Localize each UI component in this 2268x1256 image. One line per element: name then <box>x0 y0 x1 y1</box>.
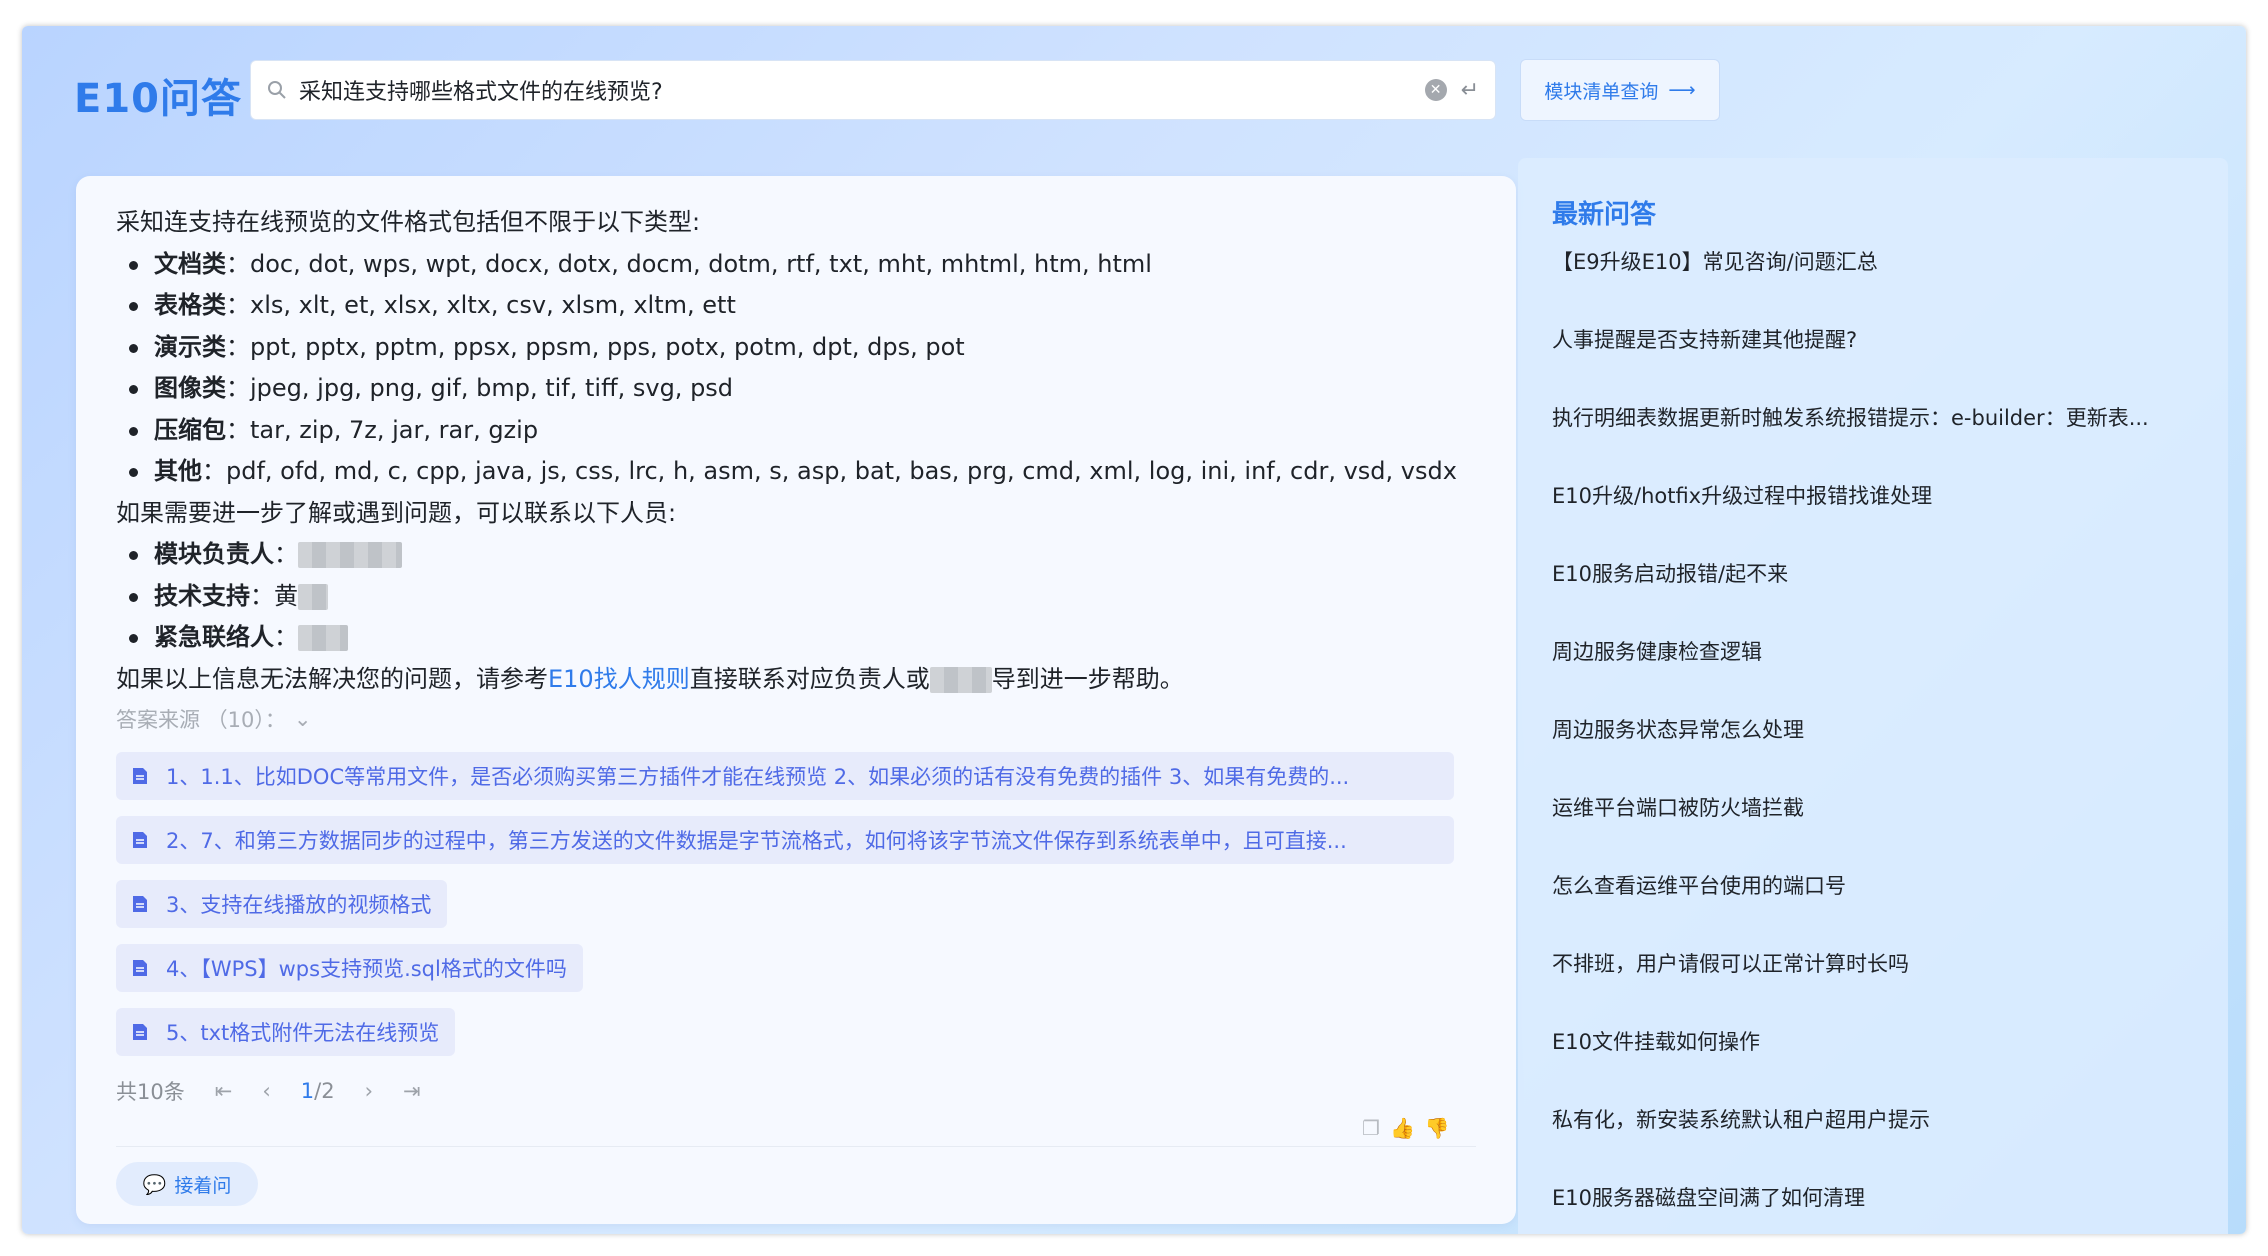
latest-qa-panel: 最新问答 【E9升级E10】常见咨询/问题汇总 人事提醒是否支持新建其他提醒? … <box>1518 158 2228 1234</box>
latest-qa-item[interactable]: E10服务器磁盘空间满了如何清理 <box>1552 1186 2202 1234</box>
copy-icon[interactable]: ❐ <box>1362 1116 1380 1140</box>
last-page-icon[interactable]: ⇥ <box>403 1079 421 1103</box>
redacted-name <box>298 542 402 568</box>
format-item: 表格类：xls, xlt, et, xlsx, xltx, csv, xlsm,… <box>116 285 1476 327</box>
format-item: 其他：pdf, ofd, md, c, cpp, java, js, css, … <box>116 451 1476 493</box>
latest-qa-title: 最新问答 <box>1552 200 1657 230</box>
total-count: 共10条 <box>116 1080 185 1104</box>
e10-rule-link[interactable]: E10找人规则 <box>548 665 690 693</box>
app-window: E10问答 ✕ ↵ 模块清单查询 ⟶ 采知连支持在线预览的文件格式包括但不限于以… <box>22 26 2246 1234</box>
latest-qa-item[interactable]: E10升级/hotfix升级过程中报错找谁处理 <box>1552 484 2202 562</box>
follow-up-label: 接着问 <box>174 1174 232 1197</box>
latest-qa-item[interactable]: 不排班，用户请假可以正常计算时长吗 <box>1552 952 2202 1030</box>
latest-qa-item[interactable]: 运维平台端口被防火墙拦截 <box>1552 796 2202 874</box>
page-indicator: 1/2 <box>300 1079 335 1103</box>
latest-qa-item[interactable]: 执行明细表数据更新时触发系统报错提示：e-builder：更新表... <box>1552 406 2202 484</box>
format-item: 文档类：doc, dot, wps, wpt, docx, dotx, docm… <box>116 244 1476 286</box>
contact-item: 模块负责人： <box>116 534 1476 576</box>
clear-icon[interactable]: ✕ <box>1424 79 1447 101</box>
answer-intro: 采知连支持在线预览的文件格式包括但不限于以下类型: <box>116 208 701 236</box>
redacted-name <box>298 583 328 610</box>
search-icon <box>268 81 286 99</box>
contact-list: 模块负责人： 技术支持：黄 紧急联络人： <box>116 534 1476 659</box>
enter-icon[interactable]: ↵ <box>1461 78 1479 103</box>
latest-qa-list: 【E9升级E10】常见咨询/问题汇总 人事提醒是否支持新建其他提醒? 执行明细表… <box>1552 250 2202 1234</box>
module-list-button[interactable]: 模块清单查询 ⟶ <box>1520 59 1720 121</box>
sources-toggle[interactable]: 答案来源 （10）： ⌄ <box>116 704 312 734</box>
source-item[interactable]: 2、7、和第三方数据同步的过程中，第三方发送的文件数据是字节流格式，如何将该字节… <box>116 816 1454 864</box>
contact-item: 紧急联络人： <box>116 617 1476 659</box>
answer-actions: ❐ 👍 👎 <box>1362 1116 1450 1140</box>
document-icon <box>133 1024 147 1040</box>
latest-qa-item[interactable]: 私有化，新安装系统默认租户超用户提示 <box>1552 1108 2202 1186</box>
contact-intro: 如果需要进一步了解或遇到问题，可以联系以下人员: <box>116 498 677 527</box>
document-icon <box>133 832 147 848</box>
document-icon <box>133 896 147 912</box>
document-icon <box>133 768 147 784</box>
source-item[interactable]: 1、1.1、比如DOC等常用文件，是否必须购买第三方插件才能在线预览 2、如果必… <box>116 752 1454 800</box>
latest-qa-item[interactable]: 【E9升级E10】常见咨询/问题汇总 <box>1552 250 2202 328</box>
redacted-name <box>298 625 348 651</box>
latest-qa-item[interactable]: 人事提醒是否支持新建其他提醒? <box>1552 328 2202 406</box>
arrow-right-icon: ⟶ <box>1668 79 1696 101</box>
contact-item: 技术支持：黄 <box>116 576 1476 618</box>
search-bar[interactable]: ✕ ↵ <box>250 60 1496 120</box>
redacted-name <box>929 666 992 693</box>
source-item[interactable]: 3、支持在线播放的视频格式 <box>116 880 448 928</box>
answer-closing: 如果以上信息无法解决您的问题，请参考E10找人规则直接联系对应负责人或 导到进一步… <box>116 664 1184 693</box>
latest-qa-item[interactable]: E10服务启动报错/起不来 <box>1552 562 2202 640</box>
chat-icon: 💬 <box>142 1173 167 1196</box>
format-item: 图像类：jpeg, jpg, png, gif, bmp, tif, tiff,… <box>116 368 1476 410</box>
module-list-label: 模块清单查询 <box>1544 80 1659 103</box>
format-list: 文档类：doc, dot, wps, wpt, docx, dotx, docm… <box>116 244 1476 493</box>
thumbs-down-icon[interactable]: 👎 <box>1425 1116 1450 1140</box>
source-item[interactable]: 4、【WPS】wps支持预览.sql格式的文件吗 <box>116 944 583 992</box>
app-logo: E10问答 <box>74 76 242 122</box>
divider <box>116 1146 1476 1147</box>
answer-content: 采知连支持在线预览的文件格式包括但不限于以下类型: 文档类：doc, dot, … <box>116 202 1476 700</box>
next-page-icon[interactable]: › <box>365 1079 373 1103</box>
latest-qa-item[interactable]: 怎么查看运维平台使用的端口号 <box>1552 874 2202 952</box>
format-item: 压缩包：tar, zip, 7z, jar, rar, gzip <box>116 410 1476 452</box>
latest-qa-item[interactable]: 周边服务健康检查逻辑 <box>1552 640 2202 718</box>
answer-panel: 采知连支持在线预览的文件格式包括但不限于以下类型: 文档类：doc, dot, … <box>76 176 1516 1224</box>
pagination: 共10条 ⇤ ‹ 1/2 › ⇥ <box>116 1076 421 1106</box>
document-icon <box>133 960 147 976</box>
latest-qa-item[interactable]: E10文件挂载如何操作 <box>1552 1030 2202 1108</box>
chevron-down-icon: ⌄ <box>293 707 312 731</box>
first-page-icon[interactable]: ⇤ <box>215 1079 233 1103</box>
thumbs-up-icon[interactable]: 👍 <box>1390 1116 1415 1140</box>
latest-qa-item[interactable]: 周边服务状态异常怎么处理 <box>1552 718 2202 796</box>
search-input[interactable] <box>299 77 1417 103</box>
follow-up-button[interactable]: 💬 接着问 <box>116 1162 258 1206</box>
prev-page-icon[interactable]: ‹ <box>262 1079 270 1103</box>
sources-header: 答案来源 （10）： <box>116 708 286 732</box>
format-item: 演示类：ppt, pptx, pptm, ppsx, ppsm, pps, po… <box>116 327 1476 369</box>
source-item[interactable]: 5、txt格式附件无法在线预览 <box>116 1008 456 1056</box>
